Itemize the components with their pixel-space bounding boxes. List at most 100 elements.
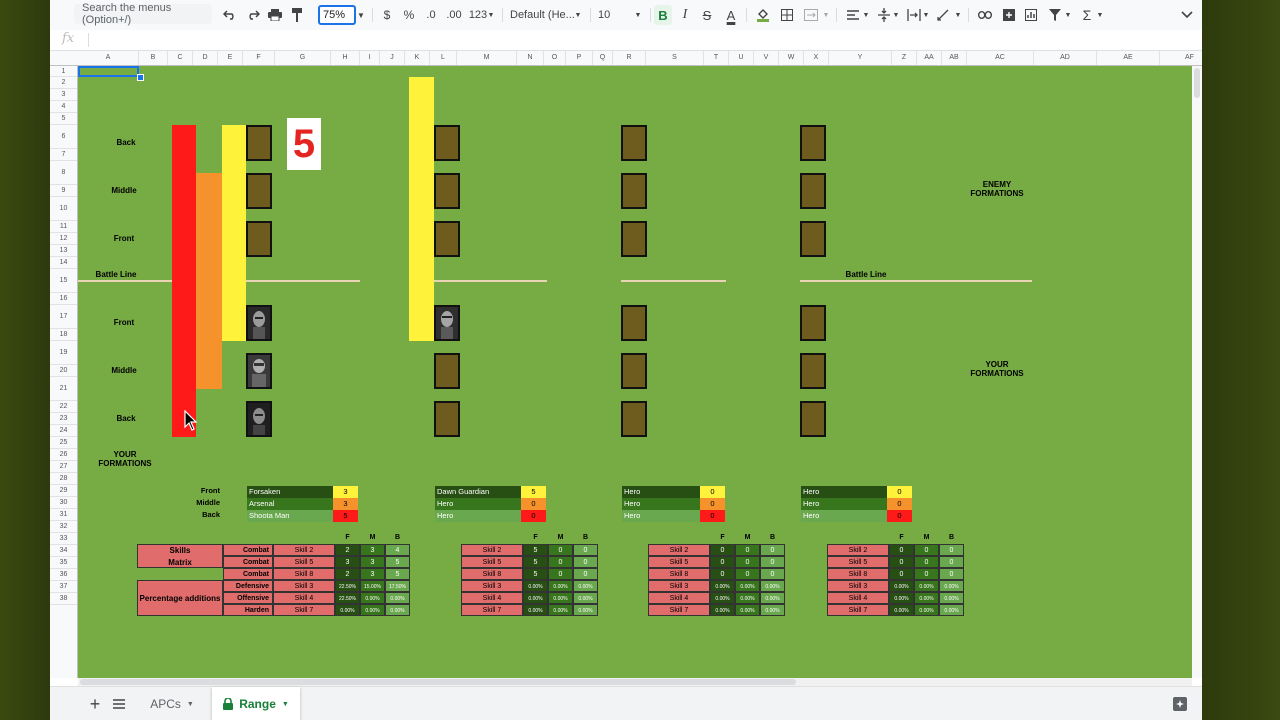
horizontal-scroll-thumb[interactable] (80, 679, 796, 685)
slot-your-back[interactable] (434, 401, 460, 437)
matrix-value-cell[interactable]: 0.00% (939, 592, 964, 604)
matrix-skill-cell[interactable]: Skill 4 (273, 592, 335, 604)
matrix-value-cell[interactable]: 0.00% (523, 592, 548, 604)
paint-format-icon[interactable] (288, 5, 308, 25)
unit-name-cell[interactable]: Forsaken (247, 486, 333, 498)
unit-range-value[interactable]: 0 (700, 510, 725, 522)
row-header-cell[interactable]: 7 (50, 149, 77, 161)
row-header-cell[interactable]: 8 (50, 161, 77, 185)
row-header-cell[interactable]: 13 (50, 245, 77, 257)
slot-enemy-middle[interactable] (800, 173, 826, 209)
matrix-value-cell[interactable]: 0.00% (710, 604, 735, 616)
slot-enemy-back[interactable] (434, 125, 460, 161)
fill-handle[interactable] (137, 74, 144, 81)
menu-search-input[interactable]: Search the menus (Option+/) (74, 2, 212, 26)
matrix-value-cell[interactable]: 0.00% (573, 580, 598, 592)
unit-name-cell[interactable]: Hero (801, 486, 887, 498)
matrix-skill-cell[interactable]: Skill 4 (461, 592, 523, 604)
matrix-value-cell[interactable]: 0 (760, 544, 785, 556)
font-size-chevron-down-icon[interactable]: ▼ (634, 5, 642, 25)
matrix-value-cell[interactable]: 4 (385, 544, 410, 556)
matrix-value-cell[interactable]: 22.50% (335, 580, 360, 592)
unit-range-value[interactable]: 5 (333, 510, 358, 522)
matrix-value-cell[interactable]: 0 (914, 568, 939, 580)
row-header-cell[interactable]: 20 (50, 365, 77, 377)
row-header-cell[interactable]: 19 (50, 341, 77, 365)
matrix-skill-cell[interactable]: Skill 7 (827, 604, 889, 616)
column-header-cell[interactable]: P (566, 51, 593, 65)
matrix-skill-cell[interactable]: Skill 4 (827, 592, 889, 604)
row-header-cell[interactable]: 6 (50, 125, 77, 149)
matrix-value-cell[interactable]: 0 (573, 544, 598, 556)
matrix-skill-cell[interactable]: Skill 3 (461, 580, 523, 592)
column-header-cell[interactable]: AE (1097, 51, 1160, 65)
matrix-value-cell[interactable]: 5 (385, 556, 410, 568)
row-header-cell[interactable]: 34 (50, 545, 77, 557)
matrix-value-cell[interactable]: 2 (335, 544, 360, 556)
matrix-skill-cell[interactable]: Skill 5 (273, 556, 335, 568)
matrix-skill-cell[interactable]: Skill 3 (827, 580, 889, 592)
explore-icon[interactable] (1170, 687, 1190, 720)
matrix-value-cell[interactable]: 0.00% (710, 592, 735, 604)
all-sheets-icon[interactable] (112, 687, 126, 720)
align-icon[interactable] (844, 5, 862, 25)
bold-button[interactable]: B (654, 5, 672, 25)
unit-name-cell[interactable]: Hero (801, 510, 887, 522)
tab-chevron-down-icon[interactable]: ▼ (187, 701, 194, 708)
row-header-cell[interactable]: 18 (50, 329, 77, 341)
column-header-cell[interactable]: Q (593, 51, 613, 65)
matrix-value-cell[interactable]: 0 (914, 544, 939, 556)
row-header-cell[interactable]: 31 (50, 509, 77, 521)
row-header-cell[interactable]: 15 (50, 269, 77, 293)
column-header-cell[interactable]: O (544, 51, 566, 65)
matrix-value-cell[interactable]: 0.00% (335, 604, 360, 616)
row-header-cell[interactable]: 17 (50, 305, 77, 329)
row-header-cell[interactable]: 29 (50, 485, 77, 497)
column-header-cell[interactable]: D (193, 51, 218, 65)
add-sheet-icon[interactable]: + (88, 687, 102, 720)
text-color-button[interactable]: A (724, 5, 738, 25)
matrix-skill-cell[interactable]: Skill 8 (648, 568, 710, 580)
row-header-cell[interactable]: 21 (50, 377, 77, 401)
matrix-value-cell[interactable]: 0.00% (710, 580, 735, 592)
matrix-value-cell[interactable]: 0 (710, 556, 735, 568)
row-header-cell[interactable]: 30 (50, 497, 77, 509)
slot-your-middle[interactable] (800, 353, 826, 389)
slot-your-front[interactable] (800, 305, 826, 341)
matrix-value-cell[interactable]: 0 (735, 568, 760, 580)
tab-range[interactable]: Range ▼ (212, 687, 300, 720)
wrap-chevron-down-icon[interactable]: ▼ (922, 5, 930, 25)
functions-chevron-down-icon[interactable]: ▼ (1096, 5, 1104, 25)
column-header-cell[interactable]: AF (1160, 51, 1202, 65)
rotate-chevron-down-icon[interactable]: ▼ (954, 5, 962, 25)
slot-your-back[interactable] (621, 401, 647, 437)
matrix-value-cell[interactable]: 0 (760, 568, 785, 580)
row-header-cell[interactable]: 3 (50, 89, 77, 101)
matrix-value-cell[interactable]: 0 (710, 568, 735, 580)
matrix-value-cell[interactable]: 0.00% (573, 592, 598, 604)
row-header-cell[interactable]: 1 (50, 66, 77, 77)
matrix-value-cell[interactable]: 0 (939, 556, 964, 568)
row-header-cell[interactable]: 35 (50, 557, 77, 569)
row-header-cell[interactable]: 14 (50, 257, 77, 269)
matrix-value-cell[interactable]: 0.00% (914, 604, 939, 616)
column-header-cell[interactable]: S (646, 51, 704, 65)
unit-name-cell[interactable]: Shoota Man (247, 510, 333, 522)
matrix-value-cell[interactable]: 5 (385, 568, 410, 580)
slot-enemy-front[interactable] (621, 221, 647, 257)
column-header-cell[interactable]: M (457, 51, 517, 65)
matrix-skill-cell[interactable]: Skill 3 (648, 580, 710, 592)
tab-chevron-down-icon[interactable]: ▼ (282, 701, 289, 708)
matrix-value-cell[interactable]: 0 (573, 556, 598, 568)
matrix-value-cell[interactable]: 3 (335, 556, 360, 568)
merge-chevron-down-icon[interactable]: ▼ (822, 5, 830, 25)
matrix-value-cell[interactable]: 0.00% (385, 592, 410, 604)
column-header-cell[interactable]: Y (829, 51, 892, 65)
row-header-cell[interactable]: 5 (50, 113, 77, 125)
slot-enemy-back[interactable] (621, 125, 647, 161)
unit-range-value[interactable]: 0 (700, 486, 725, 498)
unit-range-value[interactable]: 0 (887, 486, 912, 498)
matrix-skill-cell[interactable]: Skill 7 (648, 604, 710, 616)
matrix-value-cell[interactable]: 22.50% (335, 592, 360, 604)
matrix-value-cell[interactable]: 17.50% (385, 580, 410, 592)
